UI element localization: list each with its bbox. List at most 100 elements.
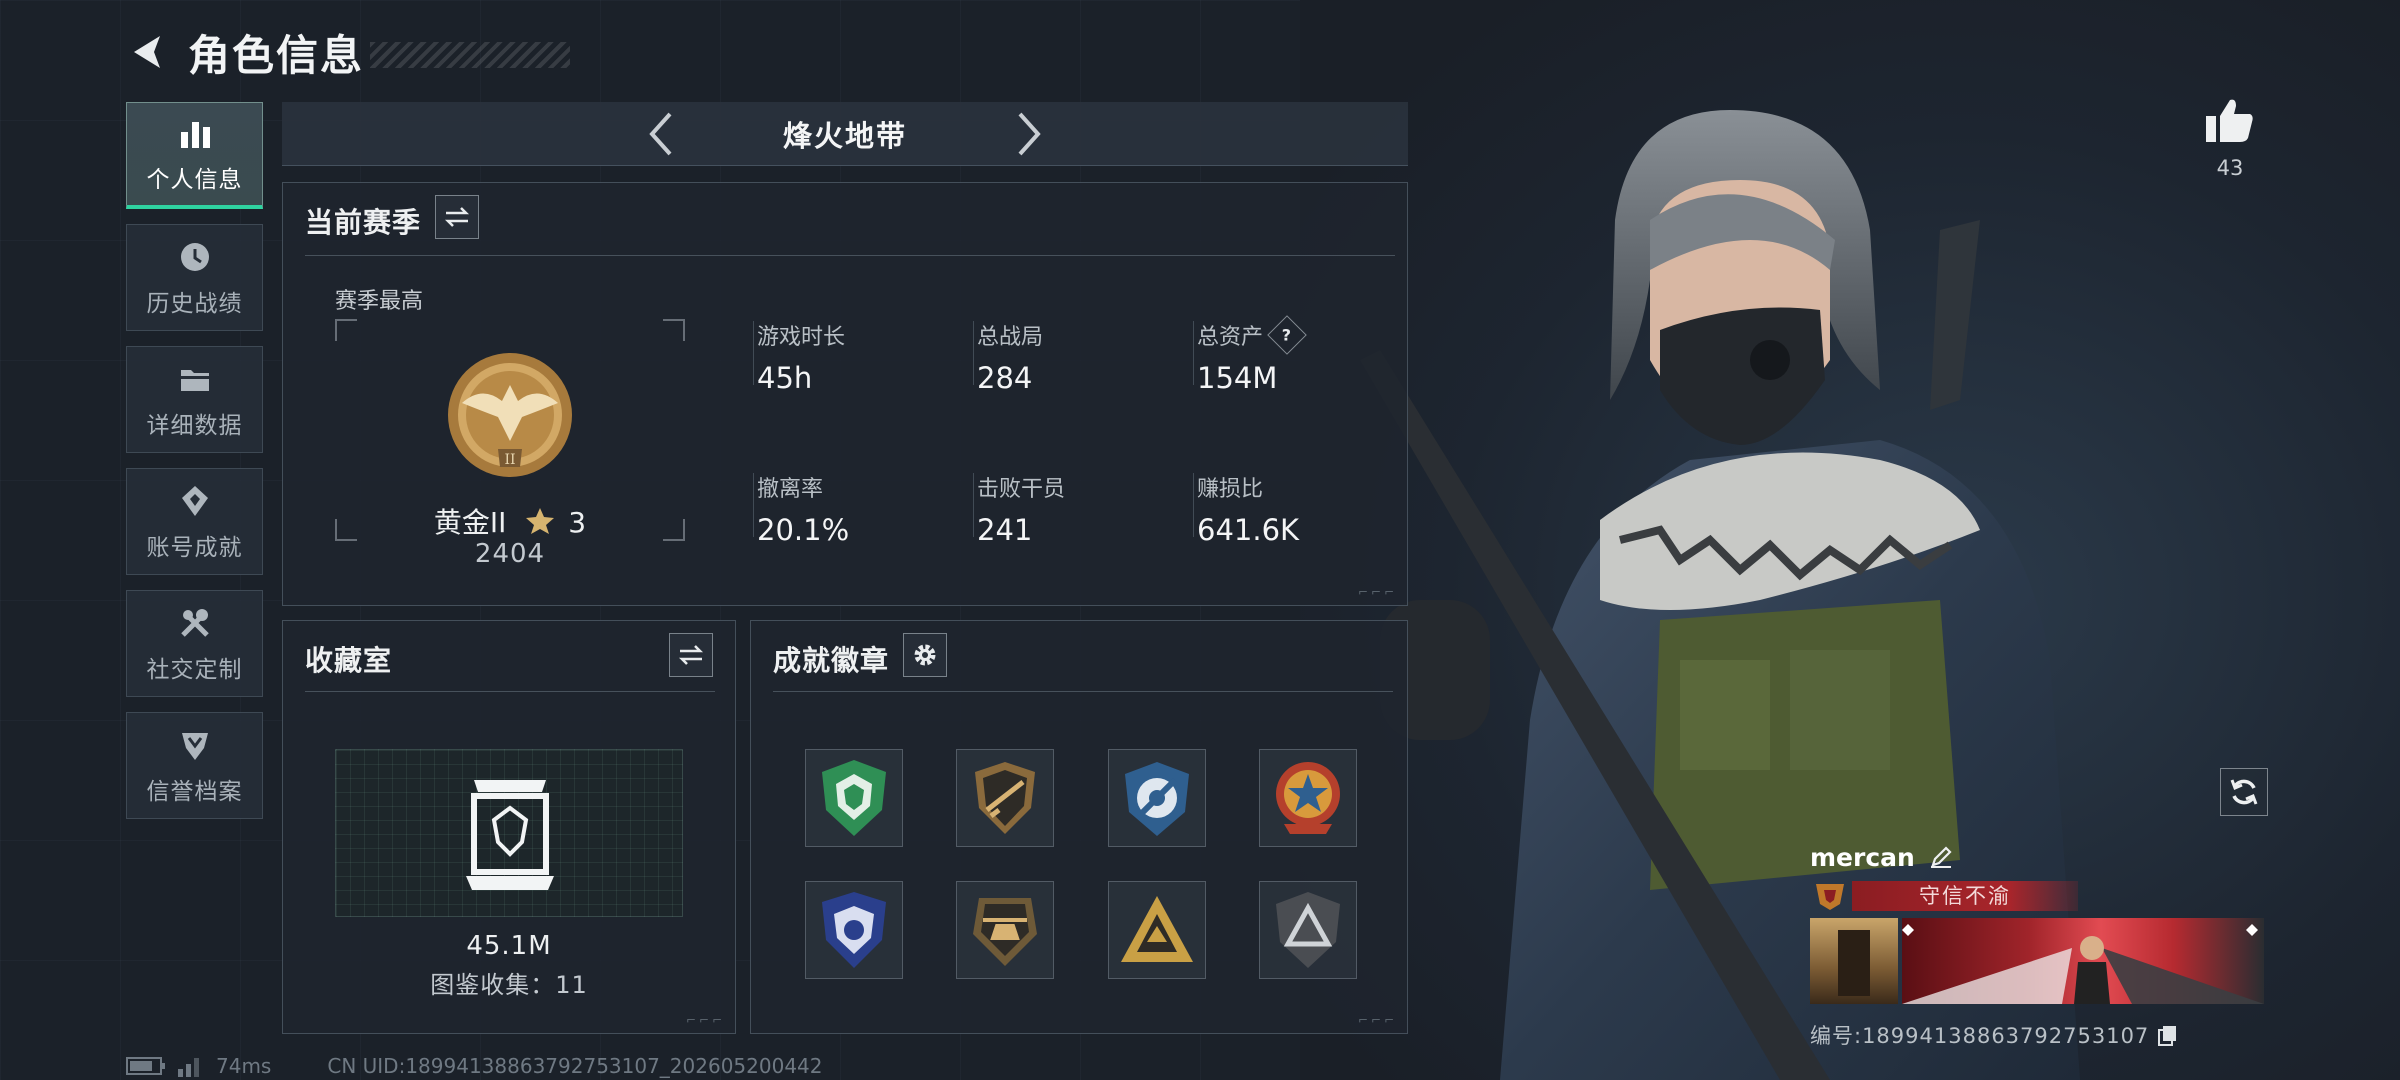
- sidebar-item-history[interactable]: 历史战绩: [126, 224, 263, 331]
- gold-rank-medal-icon: II: [448, 353, 572, 477]
- sidebar-item-label: 社交定制: [146, 656, 243, 683]
- thumbs-up-icon: [2206, 99, 2253, 142]
- stat-value: 154M: [1197, 361, 1278, 395]
- battery-icon: [126, 1057, 165, 1075]
- sidebar-item-detailed-data[interactable]: 详细数据: [126, 346, 263, 453]
- credit-shield-icon: [176, 726, 214, 764]
- swap-icon: [678, 645, 704, 665]
- stat-operators-defeated: 击败干员 241: [977, 471, 1065, 547]
- mode-next-button[interactable]: [1005, 110, 1053, 158]
- gear-icon: [914, 644, 936, 666]
- achievement-badge[interactable]: [1108, 881, 1206, 979]
- back-button[interactable]: [126, 30, 170, 74]
- stat-profit-loss-ratio: 赚损比 641.6K: [1197, 471, 1299, 547]
- collection-switch-button[interactable]: [669, 633, 713, 677]
- help-icon: ?: [1282, 325, 1292, 345]
- sidebar-item-credit[interactable]: 信誉档案: [126, 712, 263, 819]
- title-decoration: [370, 42, 571, 68]
- stat-value: 241: [977, 513, 1033, 547]
- sidebar-item-label: 信誉档案: [146, 778, 243, 805]
- player-banner[interactable]: [1902, 918, 2264, 1004]
- achievement-badge[interactable]: [805, 749, 903, 847]
- uid-text: CN UID:18994138863792753107_202605200442: [327, 1054, 823, 1078]
- copy-icon: [2158, 1026, 2177, 1046]
- like-count: 43: [2216, 156, 2244, 180]
- player-card: mercan 守信不渝 编号:18994138863792753107: [1810, 838, 2270, 1050]
- achievements-settings-button[interactable]: [903, 633, 947, 677]
- display-case-icon: [466, 780, 554, 890]
- mode-prev-button[interactable]: [637, 110, 685, 158]
- status-bar: 74ms CN UID:18994138863792753107_2026052…: [126, 1054, 823, 1078]
- rank-name-row: 黄金II 3: [335, 501, 685, 541]
- achievement-badge[interactable]: [1259, 749, 1357, 847]
- stat-divider: [1193, 473, 1194, 537]
- chevron-right-icon: [1018, 112, 1041, 155]
- stat-label-row: 总资产 ?: [1197, 315, 1307, 355]
- rank-score: 2404: [474, 539, 546, 569]
- sidebar-item-achievements[interactable]: 账号成就: [126, 468, 263, 575]
- achievement-badges-panel: 成就徽章 ⌐⌐⌐: [750, 620, 1408, 1034]
- collection-panel-title: 收藏室: [305, 644, 393, 677]
- sidebar-item-label: 个人信息: [146, 167, 243, 193]
- green-shield-badge-icon: [822, 760, 886, 836]
- achievement-badge[interactable]: [956, 881, 1054, 979]
- stat-divider: [973, 321, 974, 385]
- sidebar-item-social[interactable]: 社交定制: [126, 590, 263, 697]
- banner-thumbnail[interactable]: [1810, 918, 1898, 1004]
- bar-chart-icon: [176, 114, 214, 152]
- stat-value: 284: [977, 361, 1033, 395]
- collection-display[interactable]: [335, 749, 683, 917]
- red-star-badge-icon: [1276, 762, 1340, 834]
- achievement-badge[interactable]: [956, 749, 1054, 847]
- collection-value: 45.1M: [466, 931, 552, 961]
- collection-count: 图鉴收集：11: [430, 971, 588, 999]
- edit-name-button[interactable]: [1929, 845, 1953, 869]
- stat-play-time: 游戏时长 45h: [757, 319, 845, 395]
- rank-stars: 3: [568, 506, 587, 539]
- mode-selector: 烽火地带: [282, 102, 1408, 166]
- refresh-button[interactable]: [2220, 768, 2268, 816]
- gold-helicopter-badge-icon: [973, 898, 1037, 966]
- player-title: 守信不渝: [1852, 881, 2078, 911]
- player-id-text: 编号:18994138863792753107: [1810, 1024, 2150, 1048]
- achievement-badge[interactable]: [1108, 749, 1206, 847]
- gold-rifle-badge-icon: [975, 762, 1035, 834]
- sidebar-item-label: 历史战绩: [146, 290, 243, 317]
- achievement-icon: [176, 482, 214, 520]
- copy-id-button[interactable]: [2157, 1024, 2179, 1046]
- corner-decoration: ⌐⌐⌐: [1357, 585, 1397, 599]
- sidebar-item-label: 详细数据: [146, 412, 243, 439]
- panel-divider: [773, 691, 1393, 692]
- sidebar-item-personal-info[interactable]: 个人信息: [126, 102, 263, 209]
- gold-triangle-badge-icon: [1121, 896, 1193, 962]
- current-season-panel: 当前赛季 赛季最高 II 黄金II 3 2404 游戏时长 45h 总战局 28…: [282, 182, 1408, 606]
- banner-art: [1902, 924, 2264, 1004]
- panel-divider: [305, 255, 1395, 256]
- ping-text: 74ms: [216, 1054, 272, 1078]
- season-best-label: 赛季最高: [335, 289, 424, 314]
- corner-decoration: ⌐⌐⌐: [1357, 1013, 1397, 1027]
- help-button[interactable]: ?: [1267, 315, 1307, 355]
- refresh-icon: [2230, 779, 2258, 805]
- season-panel-title: 当前赛季: [305, 206, 422, 239]
- stat-divider: [753, 473, 754, 537]
- sidebar-item-label: 账号成就: [146, 534, 243, 561]
- season-switch-button[interactable]: [435, 195, 479, 239]
- stat-value: 20.1%: [757, 513, 850, 547]
- mode-name: 烽火地带: [782, 118, 907, 153]
- corner-decoration: ⌐⌐⌐: [685, 1013, 725, 1027]
- stat-total-matches: 总战局 284: [977, 319, 1043, 395]
- stat-label: 总资产: [1197, 325, 1264, 350]
- signal-icon: [178, 1058, 199, 1077]
- stat-divider: [753, 321, 754, 385]
- blue-shield-badge-icon: [822, 892, 886, 968]
- player-title-row: 守信不渝: [1810, 880, 2270, 912]
- achievement-badge[interactable]: [805, 881, 903, 979]
- banner-row: [1810, 918, 2270, 1004]
- stat-label: 游戏时长: [757, 325, 846, 350]
- like-button[interactable]: 43: [2200, 96, 2260, 180]
- tools-icon: [176, 604, 214, 642]
- chevron-left-icon: [649, 112, 672, 155]
- stat-label: 赚损比: [1197, 477, 1264, 502]
- achievement-badge[interactable]: [1259, 881, 1357, 979]
